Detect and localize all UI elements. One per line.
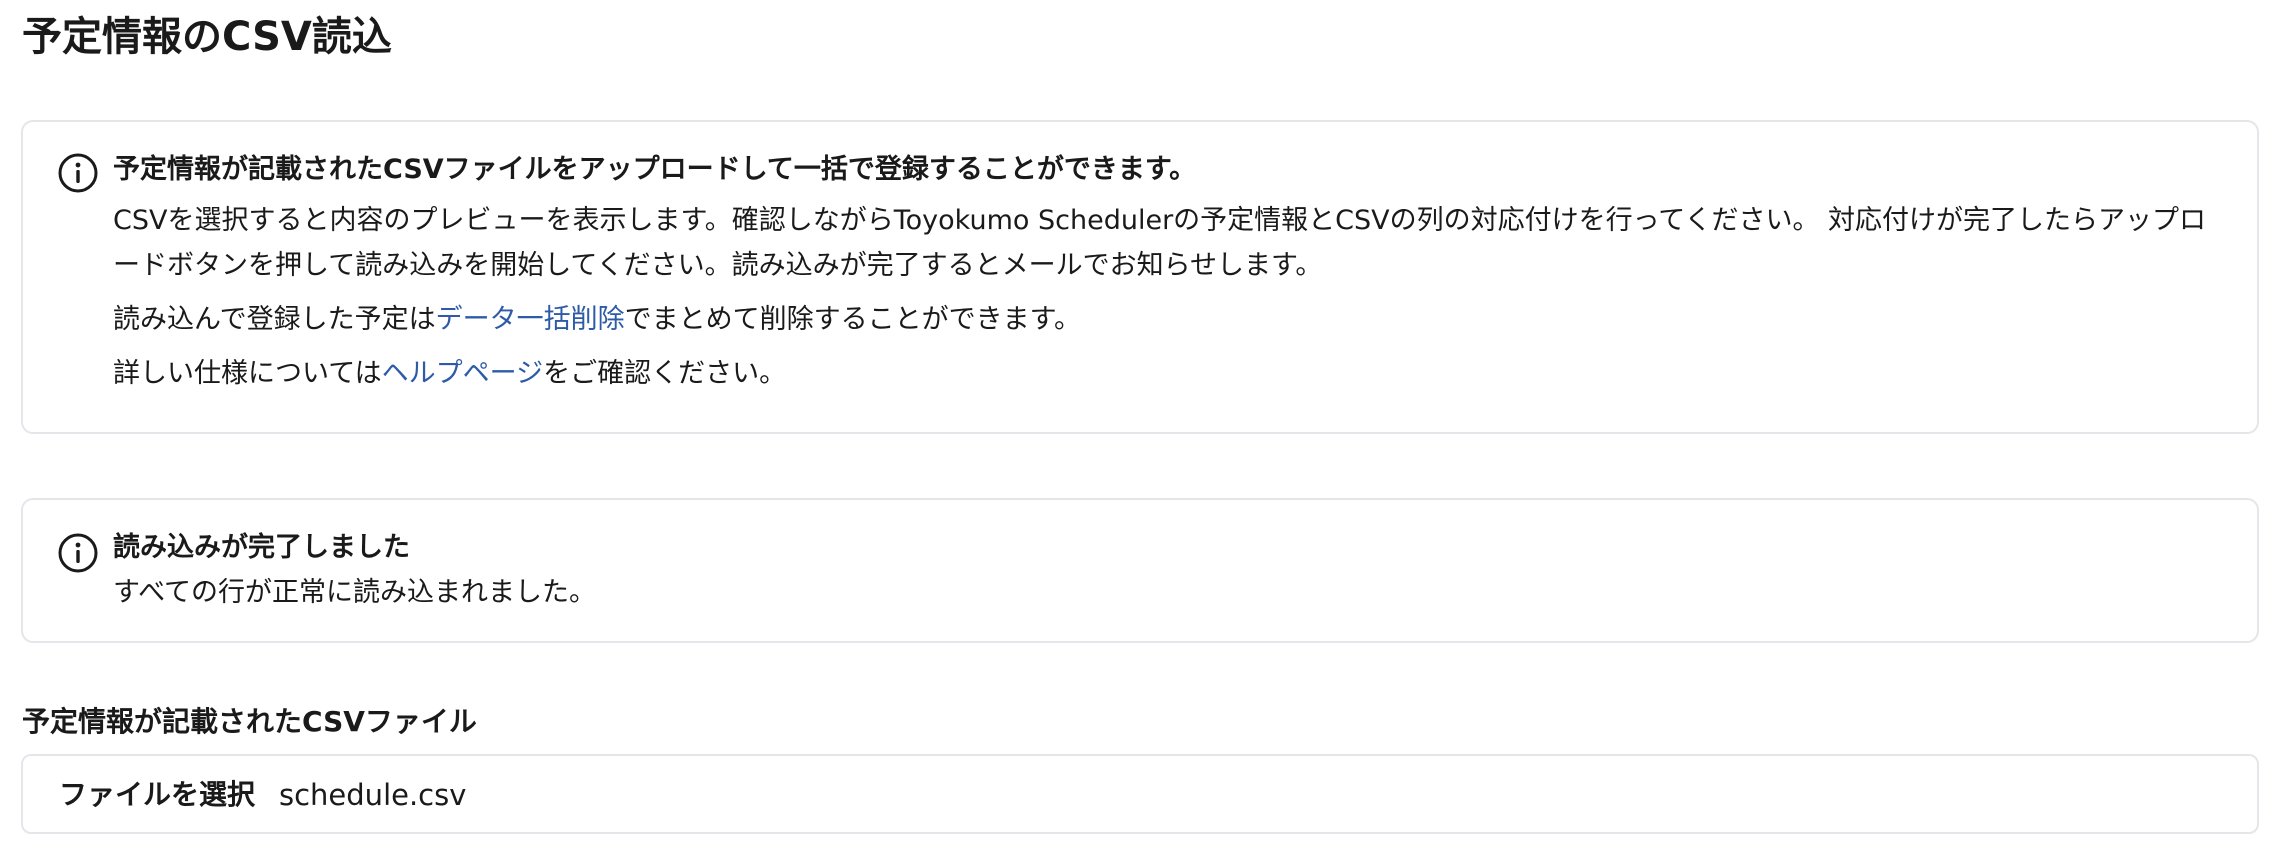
result-box-body: 読み込みが完了しました すべての行が正常に読み込まれました。 bbox=[113, 526, 2229, 615]
result-heading: 読み込みが完了しました bbox=[113, 532, 410, 563]
csv-import-page: 予定情報のCSV読込 予定情報が記載されたCSVファイルをアップロードして一括で… bbox=[0, 0, 2280, 846]
choose-file-button[interactable]: ファイルを選択 bbox=[59, 774, 255, 816]
info-paragraph-preview: CSVを選択すると内容のプレビューを表示します。確認しながらToyokumo S… bbox=[113, 205, 2207, 281]
info-paragraph-help: 詳しい仕様についてはヘルプページをご確認ください。 bbox=[113, 351, 2229, 396]
info-paragraph-help-after: をご確認ください。 bbox=[543, 358, 787, 389]
result-box: 読み込みが完了しました すべての行が正常に読み込まれました。 bbox=[21, 498, 2259, 643]
info-box: 予定情報が記載されたCSVファイルをアップロードして一括で登録することができます… bbox=[21, 120, 2259, 434]
info-paragraph-delete-before: 読み込んで登録した予定は bbox=[113, 304, 436, 335]
info-heading: 予定情報が記載されたCSVファイルをアップロードして一括で登録することができます… bbox=[113, 154, 1197, 185]
info-paragraph-help-before: 詳しい仕様については bbox=[113, 358, 382, 389]
info-paragraph-delete: 読み込んで登録した予定はデータ一括削除でまとめて削除することができます。 bbox=[113, 297, 2229, 342]
info-paragraph-delete-after: でまとめて削除することができます。 bbox=[624, 304, 1081, 335]
result-message: すべての行が正常に読み込まれました。 bbox=[113, 577, 597, 608]
info-box-body: 予定情報が記載されたCSVファイルをアップロードして一括で登録することができます… bbox=[113, 148, 2229, 396]
csv-file-label: 予定情報が記載されたCSVファイル bbox=[22, 705, 477, 738]
info-icon bbox=[58, 533, 98, 573]
selected-file-name: schedule.csv bbox=[279, 778, 467, 812]
help-page-link[interactable]: ヘルプページ bbox=[382, 358, 543, 389]
bulk-delete-link[interactable]: データ一括削除 bbox=[436, 304, 625, 335]
csv-file-input[interactable]: ファイルを選択 schedule.csv bbox=[21, 754, 2259, 834]
info-icon bbox=[58, 153, 98, 193]
page-title: 予定情報のCSV読込 bbox=[22, 14, 392, 60]
